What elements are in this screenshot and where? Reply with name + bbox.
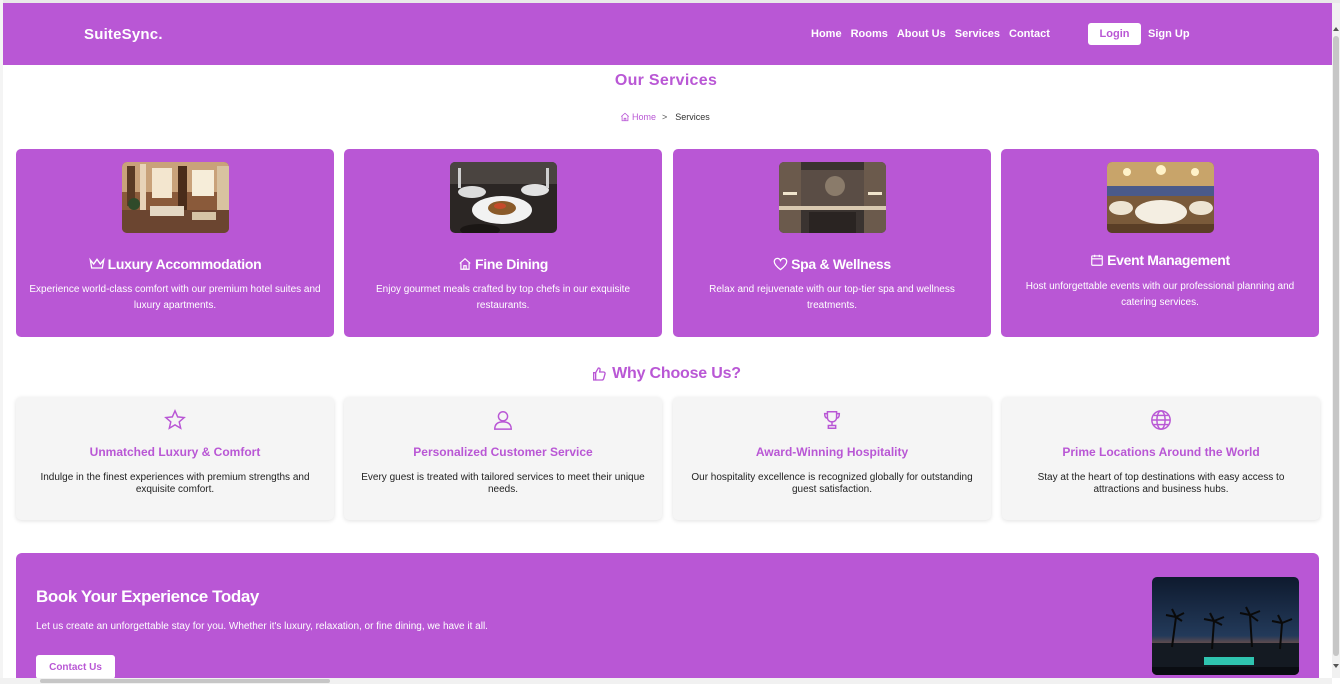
feature-desc: Our hospitality excellence is recognized… <box>691 472 973 495</box>
heart-icon <box>773 257 788 271</box>
breadcrumb-home[interactable]: Home <box>620 112 656 122</box>
service-card-dining[interactable]: Fine Dining Enjoy gourmet meals crafted … <box>344 149 662 337</box>
breadcrumb: Home > Services <box>620 112 710 122</box>
trophy-icon <box>823 411 841 429</box>
why-choose-us-heading: Why Choose Us? <box>0 365 1332 383</box>
service-desc: Relax and rejuvenate with our top-tier s… <box>709 284 955 311</box>
banquet-hall-image <box>1107 162 1214 233</box>
brand-logo[interactable]: SuiteSync. <box>84 26 163 43</box>
nav-link-home[interactable]: Home <box>811 28 842 40</box>
spa-room-image <box>779 162 886 233</box>
service-title: Spa & Wellness <box>673 256 991 272</box>
feature-card-award: Award-Winning Hospitality Our hospitalit… <box>673 397 991 520</box>
service-title: Fine Dining <box>344 256 662 272</box>
service-card-events[interactable]: Event Management Host unforgettable even… <box>1001 149 1319 337</box>
feature-desc: Stay at the heart of top destinations wi… <box>1037 472 1285 495</box>
page: SuiteSync. Home Rooms About Us Services … <box>0 0 1340 684</box>
breadcrumb-current: Services <box>675 112 710 122</box>
contact-us-button[interactable]: Contact Us <box>36 655 115 679</box>
service-card-spa[interactable]: Spa & Wellness Relax and rejuvenate with… <box>673 149 991 337</box>
signup-link[interactable]: Sign Up <box>1148 28 1190 40</box>
service-desc: Experience world-class comfort with our … <box>29 284 321 311</box>
service-desc: Host unforgettable events with our profe… <box>1025 281 1295 308</box>
hotel-lobby-image <box>122 162 229 233</box>
scrollbar-thumb[interactable] <box>1333 36 1339 656</box>
scroll-down-icon[interactable] <box>1333 664 1339 668</box>
cta-title: Book Your Experience Today <box>36 587 259 606</box>
globe-icon <box>1151 410 1171 430</box>
feature-title: Prime Locations Around the World <box>1062 445 1260 459</box>
horizontal-scrollbar-thumb[interactable] <box>40 679 330 683</box>
feature-desc: Every guest is treated with tailored ser… <box>361 472 645 495</box>
service-title: Luxury Accommodation <box>16 256 334 272</box>
nav-link-about[interactable]: About Us <box>897 28 946 40</box>
service-title-label: Spa & Wellness <box>791 256 891 272</box>
star-icon <box>164 409 186 430</box>
service-title: Event Management <box>1001 252 1319 268</box>
page-title: Our Services <box>614 72 718 89</box>
navbar: SuiteSync. Home Rooms About Us Services … <box>3 3 1332 65</box>
breadcrumb-home-label: Home <box>632 112 657 122</box>
dining-table-image <box>450 162 557 233</box>
service-desc: Enjoy gourmet meals crafted by top chefs… <box>375 284 631 311</box>
feature-card-luxury: Unmatched Luxury & Comfort Indulge in th… <box>16 397 334 520</box>
service-title-label: Fine Dining <box>475 256 548 272</box>
nav-link-rooms[interactable]: Rooms <box>851 28 888 40</box>
feature-card-service: Personalized Customer Service Every gues… <box>344 397 662 520</box>
nav-link-services[interactable]: Services <box>955 28 1000 40</box>
resort-night-image <box>1152 577 1299 675</box>
window-left-border <box>0 0 3 684</box>
service-title-label: Event Management <box>1107 252 1230 268</box>
cta-text: Let us create an unforgettable stay for … <box>36 621 488 632</box>
feature-title: Personalized Customer Service <box>413 445 593 459</box>
why-choose-us-label: Why Choose Us? <box>612 365 741 382</box>
thumbs-up-icon <box>593 367 606 381</box>
breadcrumb-separator: > <box>662 112 668 122</box>
vertical-scrollbar[interactable] <box>1332 3 1340 678</box>
cta-section: Book Your Experience Today Let us create… <box>16 553 1319 684</box>
login-button[interactable]: Login <box>1088 23 1141 45</box>
nav-links: Home Rooms About Us Services Contact <box>811 28 1059 40</box>
service-card-accommodation[interactable]: Luxury Accommodation Experience world-cl… <box>16 149 334 337</box>
nav-link-contact[interactable]: Contact <box>1009 28 1050 40</box>
feature-title: Award-Winning Hospitality <box>755 445 909 459</box>
home-icon <box>459 257 471 270</box>
scroll-up-icon[interactable] <box>1333 27 1339 31</box>
calendar-icon <box>1091 254 1103 266</box>
user-icon <box>494 411 512 430</box>
home-icon <box>620 112 630 122</box>
feature-title: Unmatched Luxury & Comfort <box>89 445 261 459</box>
crown-icon <box>88 257 105 269</box>
feature-desc: Indulge in the finest experiences with p… <box>40 472 310 495</box>
service-title-label: Luxury Accommodation <box>107 256 262 272</box>
horizontal-scrollbar[interactable] <box>0 678 1332 684</box>
feature-card-locations: Prime Locations Around the World Stay at… <box>1002 397 1320 520</box>
